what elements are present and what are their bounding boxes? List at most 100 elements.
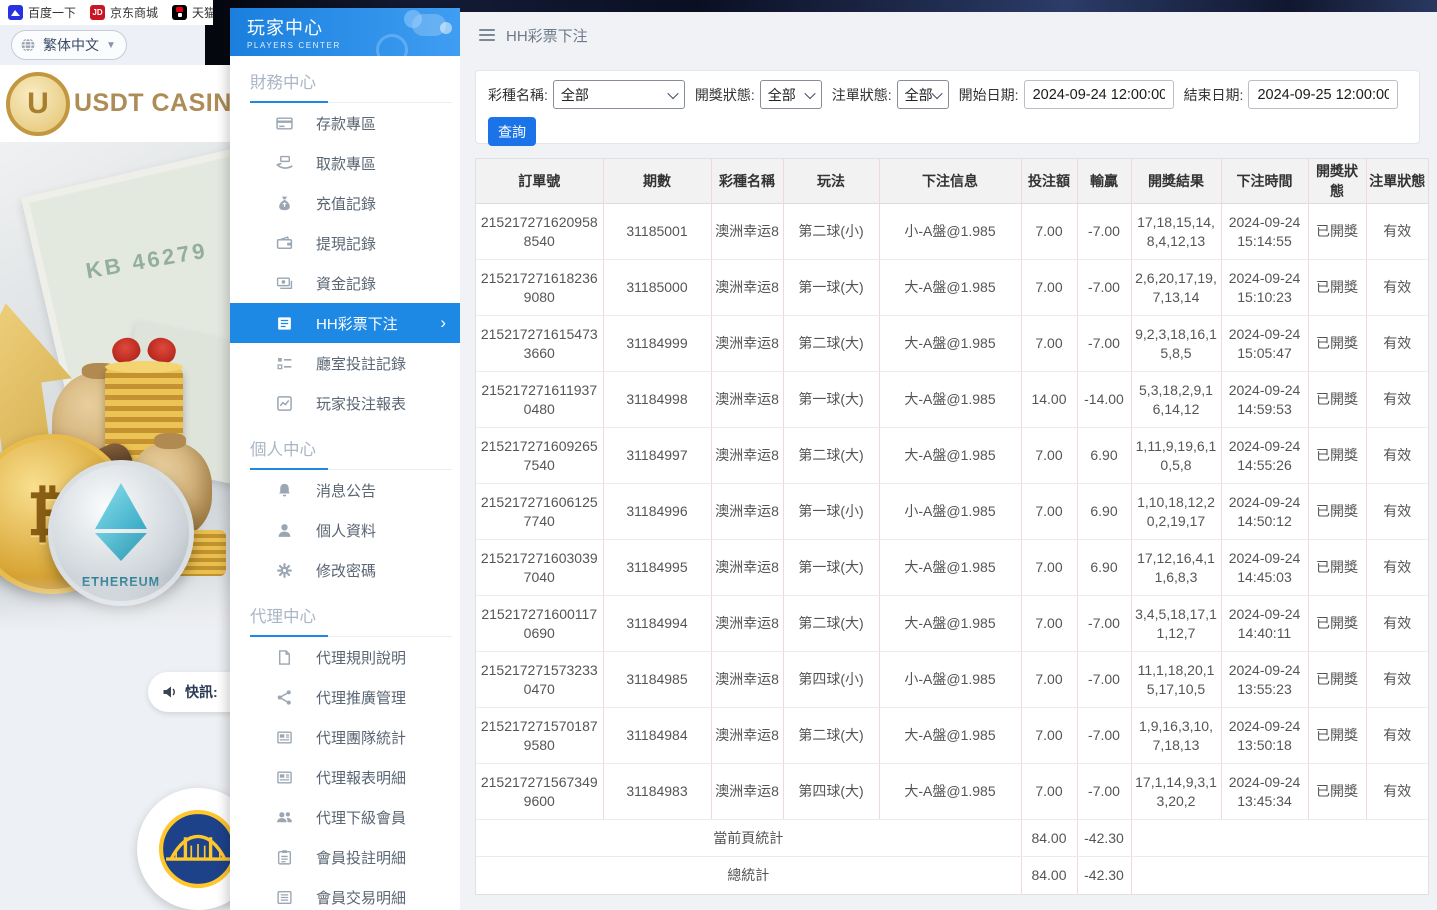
cell-play-type: 第一球(小) <box>783 484 879 540</box>
player-report-icon <box>276 395 293 412</box>
site-toolbar: 繁体中文 ▼ <box>0 25 205 65</box>
bookmark-item[interactable]: 百度一下 <box>8 4 76 21</box>
cell-draw-result: 1,10,18,12,20,2,19,17 <box>1131 484 1221 540</box>
start-date-input[interactable] <box>1024 80 1174 109</box>
menu-toggle-icon[interactable] <box>479 29 495 41</box>
cell-bet-time: 2024-09-24 13:55:23 <box>1221 652 1308 708</box>
lottery-select[interactable]: 全部 <box>553 80 685 109</box>
cell-play-type: 第四球(大) <box>783 764 879 820</box>
sidebar-item[interactable]: 會員交易明細 <box>230 877 460 910</box>
cell-bet-amount: 7.00 <box>1021 596 1077 652</box>
language-selector[interactable]: 繁体中文 ▼ <box>11 30 127 60</box>
sidebar-item[interactable]: 代理規則說明 <box>230 637 460 677</box>
bookmark-label: 天猫 <box>192 4 213 21</box>
cell-draw-status: 已開獎 <box>1308 428 1366 484</box>
news-ticker[interactable]: 快訊: <box>148 672 230 712</box>
cell-bet-info: 大-A盤@1.985 <box>879 428 1021 484</box>
share-icon <box>276 689 293 706</box>
cell-bet-time: 2024-09-24 15:10:23 <box>1221 260 1308 316</box>
cell-play-type: 第二球(大) <box>783 428 879 484</box>
cell-play-type: 第二球(大) <box>783 596 879 652</box>
report-detail-icon <box>276 769 293 786</box>
select-caret-icon <box>667 87 678 98</box>
end-date-input[interactable] <box>1248 80 1398 109</box>
cell-order-no: 2152172715673499600 <box>476 764 603 820</box>
cell-bet-info: 大-A盤@1.985 <box>879 708 1021 764</box>
cell-draw-status: 已開獎 <box>1308 260 1366 316</box>
bookmark-item[interactable]: JD京东商城 <box>90 4 158 21</box>
sidebar-item[interactable]: 充值記錄 <box>230 183 460 223</box>
cell-bet-time: 2024-09-24 13:50:18 <box>1221 708 1308 764</box>
sidebar-item[interactable]: 代理推廣管理 <box>230 677 460 717</box>
col-header-bet-amount: 投注額 <box>1021 159 1077 204</box>
order-status-select[interactable]: 全部 <box>897 80 949 109</box>
ethereum-diamond-icon <box>95 483 147 529</box>
background-site: 百度一下JD京东商城天猫 繁体中文 ▼ U USDT CASINO KB 462… <box>0 0 230 910</box>
cell-play-type: 第一球(大) <box>783 372 879 428</box>
draw-status-select[interactable]: 全部 <box>760 80 822 109</box>
sidebar-item-label: 代理下級會員 <box>316 807 406 828</box>
withdrawal-record-icon <box>276 235 293 252</box>
sidebar-item[interactable]: 消息公告 <box>230 470 460 510</box>
cell-order-no: 2152172716001170690 <box>476 596 603 652</box>
cell-win-loss: 6.90 <box>1077 428 1131 484</box>
sidebar-item-label: 取款專區 <box>316 153 376 174</box>
cell-lottery-name: 澳洲幸运8 <box>711 260 783 316</box>
cell-bet-amount: 7.00 <box>1021 764 1077 820</box>
summary-empty <box>1131 857 1428 894</box>
cell-order-no: 2152172716209588540 <box>476 204 603 260</box>
globe-icon <box>20 37 36 53</box>
sidebar-item[interactable]: 修改密碼 <box>230 550 460 590</box>
sidebar-item[interactable]: HH彩票下注› <box>230 303 460 343</box>
sidebar-item[interactable]: 代理下級會員 <box>230 797 460 837</box>
news-ticker-label: 快訊: <box>185 682 218 702</box>
baidu-favicon <box>8 5 23 20</box>
cell-draw-status: 已開獎 <box>1308 708 1366 764</box>
sidebar-menu: 財務中心存款專區取款專區充值記錄提現記錄資金記錄HH彩票下注›廳室投註記錄玩家投… <box>230 69 460 910</box>
sidebar-item[interactable]: 提現記錄 <box>230 223 460 263</box>
cell-order-status: 有效 <box>1366 204 1428 260</box>
cell-lottery-name: 澳洲幸运8 <box>711 484 783 540</box>
order-status-label: 注單狀態: <box>832 85 892 105</box>
col-header-bet-time: 下注時間 <box>1221 159 1308 204</box>
cell-win-loss: -7.00 <box>1077 316 1131 372</box>
sidebar-subtitle: PLAYERS CENTER <box>247 41 460 50</box>
select-caret-icon <box>931 87 942 98</box>
sidebar-item[interactable]: 存款專區 <box>230 103 460 143</box>
cell-win-loss: -7.00 <box>1077 708 1131 764</box>
lottery-bet-icon <box>276 315 293 332</box>
document-icon <box>276 649 293 666</box>
cell-lottery-name: 澳洲幸运8 <box>711 764 783 820</box>
cell-bet-amount: 7.00 <box>1021 428 1077 484</box>
sidebar-item-label: HH彩票下注 <box>316 313 398 334</box>
cell-order-status: 有效 <box>1366 708 1428 764</box>
sidebar-item[interactable]: 代理報表明細 <box>230 757 460 797</box>
sidebar-item[interactable]: 取款專區 <box>230 143 460 183</box>
bookmark-label: 百度一下 <box>28 4 76 21</box>
cell-bet-info: 大-A盤@1.985 <box>879 596 1021 652</box>
select-caret-icon <box>804 87 815 98</box>
sidebar-item[interactable]: 代理團隊統計 <box>230 717 460 757</box>
jd-favicon: JD <box>90 5 105 20</box>
search-button[interactable]: 查詢 <box>488 117 536 146</box>
table-row: 215217271603039704031184995澳洲幸运8第一球(大)大-… <box>476 540 1428 596</box>
cell-win-loss: -7.00 <box>1077 204 1131 260</box>
table-head: 訂單號期數彩種名稱玩法下注信息投注額輸贏開獎結果下注時間開獎狀態注單狀態 <box>476 159 1428 204</box>
bets-table: 訂單號期數彩種名稱玩法下注信息投注額輸贏開獎結果下注時間開獎狀態注單狀態 215… <box>475 158 1429 895</box>
sidebar-item[interactable]: 玩家投注報表 <box>230 383 460 423</box>
cell-bet-amount: 7.00 <box>1021 260 1077 316</box>
cell-draw-result: 17,12,16,4,11,6,8,3 <box>1131 540 1221 596</box>
caret-down-icon: ▼ <box>106 40 116 51</box>
customer-service-button[interactable] <box>137 788 230 910</box>
cell-play-type: 第一球(大) <box>783 260 879 316</box>
bookmark-item[interactable]: 天猫 <box>172 4 213 21</box>
cell-draw-status: 已開獎 <box>1308 372 1366 428</box>
cell-win-loss: 6.90 <box>1077 484 1131 540</box>
cell-draw-status: 已開獎 <box>1308 652 1366 708</box>
lottery-select-label: 彩種名稱: <box>488 85 548 105</box>
sidebar-item[interactable]: 資金記錄 <box>230 263 460 303</box>
sidebar-item[interactable]: 會員投註明細 <box>230 837 460 877</box>
sidebar-item[interactable]: 廳室投註記錄 <box>230 343 460 383</box>
cell-play-type: 第二球(大) <box>783 316 879 372</box>
sidebar-item[interactable]: 個人資料 <box>230 510 460 550</box>
